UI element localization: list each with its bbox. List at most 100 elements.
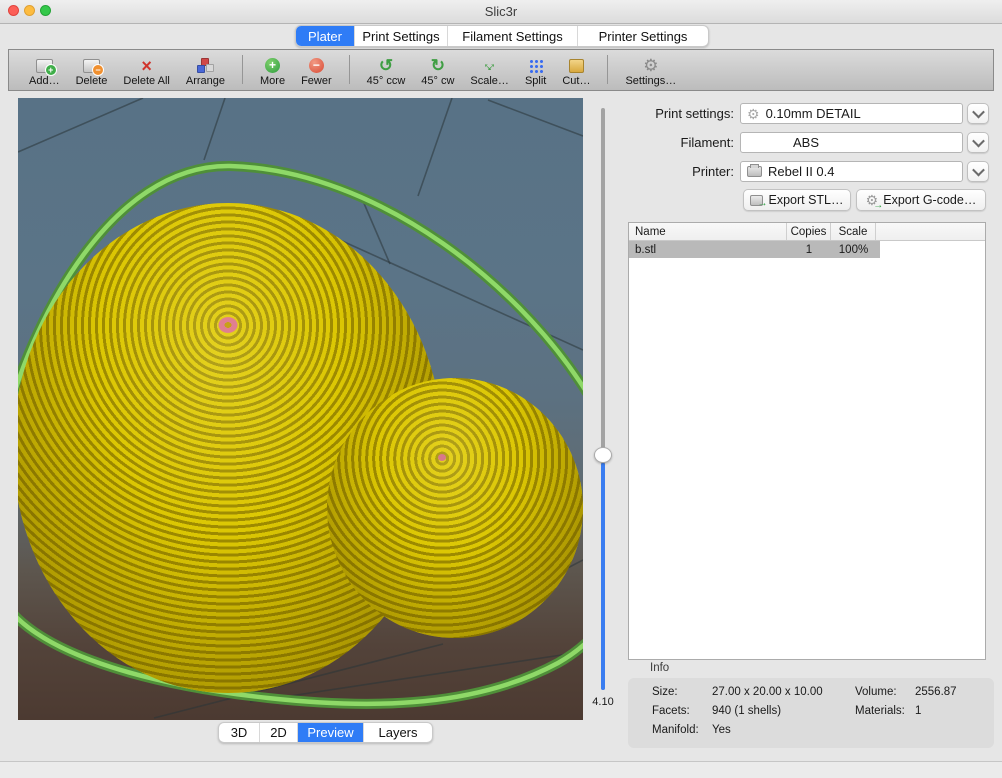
chevron-down-icon (972, 135, 985, 148)
print-settings-field[interactable]: ⚙ 0.10mm DETAIL (740, 103, 963, 124)
manifold-label: Manifold: (652, 724, 699, 737)
toolbar-separator (607, 55, 608, 84)
rotate-cw-label: 45° cw (421, 75, 454, 88)
split-icon (528, 56, 543, 75)
rotate-ccw-button[interactable]: ↺ 45° ccw (367, 56, 406, 88)
arrange-label: Arrange (186, 75, 225, 88)
size-value: 27.00 x 20.00 x 10.00 (712, 686, 823, 699)
view-tab-preview[interactable]: Preview (298, 723, 364, 742)
tab-filament-settings[interactable]: Filament Settings (448, 26, 578, 46)
print-bed-canvas[interactable] (18, 98, 583, 720)
cell-copies: 1 (787, 241, 831, 258)
manifold-value: Yes (712, 724, 731, 737)
table-header: Name Copies Scale (629, 223, 985, 241)
filament-label: Filament: (602, 132, 734, 153)
layer-slider-fill (601, 463, 605, 690)
view-tab-2d[interactable]: 2D (260, 723, 298, 742)
cell-filler (880, 241, 985, 258)
gear-icon: ⚙ (747, 107, 760, 121)
cut-label: Cut… (562, 75, 590, 88)
cut-icon (569, 56, 584, 75)
printer-dropdown-button[interactable] (967, 161, 989, 182)
toolbar: + Add… − Delete × Delete All Arrange + M… (8, 49, 994, 91)
more-label: More (260, 75, 285, 88)
object-small-dome[interactable] (327, 378, 583, 638)
export-gcode-label: Export G-code… (883, 193, 976, 207)
info-box: Size: 27.00 x 20.00 x 10.00 Volume: 2556… (628, 678, 994, 748)
rotate-ccw-icon: ↺ (379, 56, 393, 75)
delete-button[interactable]: − Delete (76, 56, 108, 88)
filament-field[interactable]: ABS (740, 132, 963, 153)
toolbar-separator (349, 55, 350, 84)
column-copies[interactable]: Copies (787, 223, 831, 240)
title-bar: Slic3r (0, 0, 1002, 24)
filament-dropdown-button[interactable] (967, 132, 989, 153)
fewer-button[interactable]: − Fewer (301, 56, 332, 88)
view-tab-layers[interactable]: Layers (364, 723, 432, 742)
printer-label: Printer: (602, 161, 734, 182)
split-label: Split (525, 75, 546, 88)
more-button[interactable]: + More (260, 56, 285, 88)
view-tab-bar: 3D 2D Preview Layers (218, 722, 433, 743)
column-scale[interactable]: Scale (831, 223, 876, 240)
info-title: Info (650, 662, 669, 674)
stl-cube-icon: → (750, 195, 763, 206)
rotate-cw-button[interactable]: ↻ 45° cw (421, 56, 454, 88)
more-icon: + (265, 56, 280, 75)
arrange-button[interactable]: Arrange (186, 56, 225, 88)
cell-scale: 100% (831, 241, 876, 258)
gear-icon: ⚙ (643, 56, 658, 75)
print-settings-dropdown-button[interactable] (967, 103, 989, 124)
rotate-ccw-label: 45° ccw (367, 75, 406, 88)
apex-marker-small (438, 454, 446, 461)
volume-value: 2556.87 (915, 686, 957, 699)
layer-slider-value: 4.10 (588, 696, 618, 708)
object-table[interactable]: Name Copies Scale b.stl 1 100% (628, 222, 986, 660)
slic3r-window: Slic3r Plater Print Settings Filament Se… (0, 0, 1002, 778)
tab-printer-settings[interactable]: Printer Settings (578, 26, 708, 46)
delete-all-button[interactable]: × Delete All (123, 56, 169, 88)
main-tab-bar: Plater Print Settings Filament Settings … (295, 25, 709, 47)
cell-name: b.stl (629, 241, 787, 258)
column-filler (876, 223, 985, 240)
size-label: Size: (652, 686, 678, 699)
printer-value: Rebel II 0.4 (768, 164, 835, 179)
delete-all-icon: × (141, 56, 152, 75)
window-title: Slic3r (0, 0, 1002, 23)
split-button[interactable]: Split (525, 56, 546, 88)
fewer-icon: − (309, 56, 324, 75)
arrange-icon (197, 56, 214, 75)
delete-icon: − (83, 56, 100, 75)
add-icon: + (36, 56, 53, 75)
toolbar-separator (242, 55, 243, 84)
facets-label: Facets: (652, 705, 690, 718)
tab-print-settings[interactable]: Print Settings (355, 26, 448, 46)
column-name[interactable]: Name (629, 223, 787, 240)
add-button[interactable]: + Add… (29, 56, 60, 88)
settings-button[interactable]: ⚙ Settings… (625, 56, 676, 88)
print-settings-value: 0.10mm DETAIL (766, 106, 861, 121)
delete-all-label: Delete All (123, 75, 169, 88)
table-row[interactable]: b.stl 1 100% (629, 241, 985, 258)
settings-label: Settings… (625, 75, 676, 88)
printer-field[interactable]: Rebel II 0.4 (740, 161, 963, 182)
add-label: Add… (29, 75, 60, 88)
fewer-label: Fewer (301, 75, 332, 88)
status-bar (0, 761, 1002, 778)
chevron-down-icon (972, 106, 985, 119)
scale-label: Scale… (470, 75, 509, 88)
export-stl-label: Export STL… (768, 193, 843, 207)
cut-button[interactable]: Cut… (562, 56, 590, 88)
scale-button[interactable]: ↔ ↔ Scale… (470, 56, 509, 88)
export-gcode-button[interactable]: ⚙→ Export G-code… (856, 189, 986, 211)
export-stl-button[interactable]: → Export STL… (743, 189, 851, 211)
materials-label: Materials: (855, 705, 905, 718)
volume-label: Volume: (855, 686, 897, 699)
dome-shading (327, 378, 583, 638)
chevron-down-icon (972, 164, 985, 177)
delete-label: Delete (76, 75, 108, 88)
view-tab-3d[interactable]: 3D (219, 723, 260, 742)
layer-slider-thumb[interactable] (594, 447, 612, 463)
tab-plater[interactable]: Plater (296, 26, 355, 46)
scale-icon: ↔ ↔ (481, 56, 498, 75)
